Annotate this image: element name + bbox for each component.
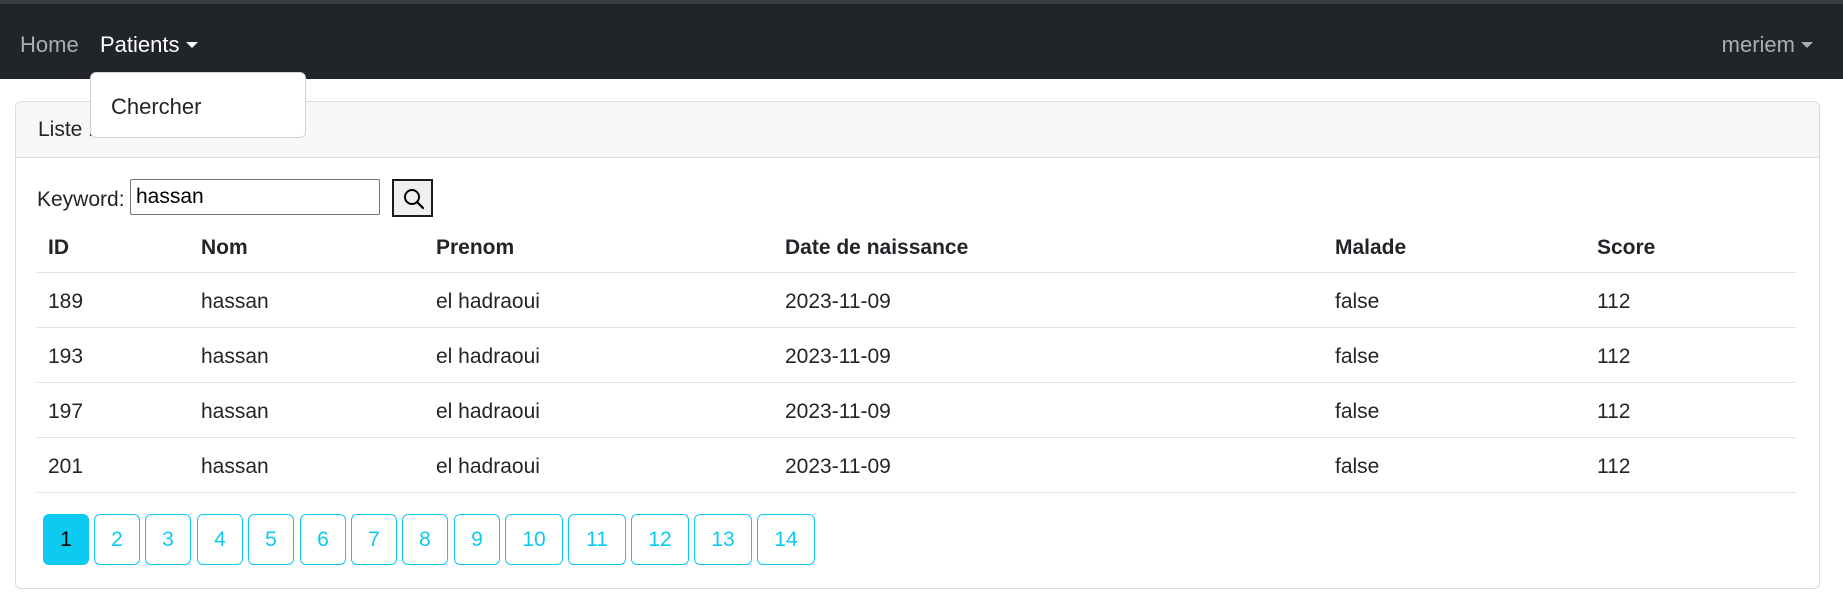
cell-prenom: el hadraoui	[436, 290, 540, 313]
nav-patients-label: Patients	[100, 32, 180, 57]
column-header-score: Score	[1597, 236, 1656, 259]
caret-down-icon	[1801, 42, 1813, 48]
cell-malade: false	[1335, 345, 1380, 368]
page-button-10[interactable]: 10	[505, 514, 563, 565]
cell-id: 189	[48, 290, 84, 313]
cell-score: 112	[1597, 455, 1631, 478]
table-divider	[37, 437, 1796, 438]
search-button[interactable]	[392, 179, 433, 217]
navbar: Home Patients meriem	[0, 4, 1843, 79]
page-button-3[interactable]: 3	[145, 514, 191, 565]
cell-id: 201	[48, 455, 84, 478]
page-button-12[interactable]: 12	[631, 514, 689, 565]
caret-down-icon	[185, 42, 198, 48]
page-button-6[interactable]: 6	[300, 514, 346, 565]
keyword-input[interactable]	[130, 179, 380, 215]
page-button-4[interactable]: 4	[197, 514, 243, 565]
cell-date-naissance: 2023-11-09	[785, 290, 891, 313]
cell-nom: hassan	[201, 345, 269, 368]
column-header-id: ID	[48, 236, 69, 259]
cell-prenom: el hadraoui	[436, 345, 540, 368]
table-divider	[37, 327, 1796, 328]
cell-malade: false	[1335, 455, 1380, 478]
cell-date-naissance: 2023-11-09	[785, 345, 891, 368]
page-button-2[interactable]: 2	[94, 514, 140, 565]
cell-nom: hassan	[201, 290, 269, 313]
cell-score: 112	[1597, 345, 1631, 368]
column-header-prenom: Prenom	[436, 236, 515, 259]
page-button-8[interactable]: 8	[402, 514, 448, 565]
page-button-13[interactable]: 13	[694, 514, 752, 565]
keyword-label: Keyword:	[37, 188, 125, 211]
cell-malade: false	[1335, 290, 1380, 313]
cell-nom: hassan	[201, 455, 269, 478]
cell-malade: false	[1335, 400, 1380, 423]
page-button-1[interactable]: 1	[43, 514, 89, 565]
nav-patients-dropdown-toggle[interactable]: Patients	[100, 30, 198, 60]
cell-prenom: el hadraoui	[436, 400, 540, 423]
cell-id: 193	[48, 345, 84, 368]
dropdown-item-chercher[interactable]: Chercher	[111, 93, 201, 121]
nav-user-dropdown-toggle[interactable]: meriem	[1722, 30, 1813, 60]
nav-user-label: meriem	[1721, 32, 1795, 57]
page-button-14[interactable]: 14	[757, 514, 815, 565]
cell-score: 112	[1597, 290, 1631, 313]
nav-home-link[interactable]: Home	[20, 30, 79, 60]
cell-date-naissance: 2023-11-09	[785, 400, 891, 423]
page-button-9[interactable]: 9	[454, 514, 500, 565]
page-button-7[interactable]: 7	[351, 514, 397, 565]
column-header-date-naissance: Date de naissance	[785, 236, 969, 259]
table-divider	[37, 382, 1796, 383]
table-divider	[37, 492, 1796, 493]
cell-id: 197	[48, 400, 84, 423]
cell-nom: hassan	[201, 400, 269, 423]
table-divider	[37, 272, 1796, 273]
search-icon	[404, 189, 425, 210]
page-button-11[interactable]: 11	[568, 514, 626, 565]
column-header-malade: Malade	[1335, 236, 1407, 259]
cell-score: 112	[1597, 400, 1631, 423]
column-header-nom: Nom	[201, 236, 248, 259]
cell-prenom: el hadraoui	[436, 455, 540, 478]
cell-date-naissance: 2023-11-09	[785, 455, 891, 478]
patients-dropdown-menu: Chercher	[90, 72, 306, 138]
page-button-5[interactable]: 5	[248, 514, 294, 565]
